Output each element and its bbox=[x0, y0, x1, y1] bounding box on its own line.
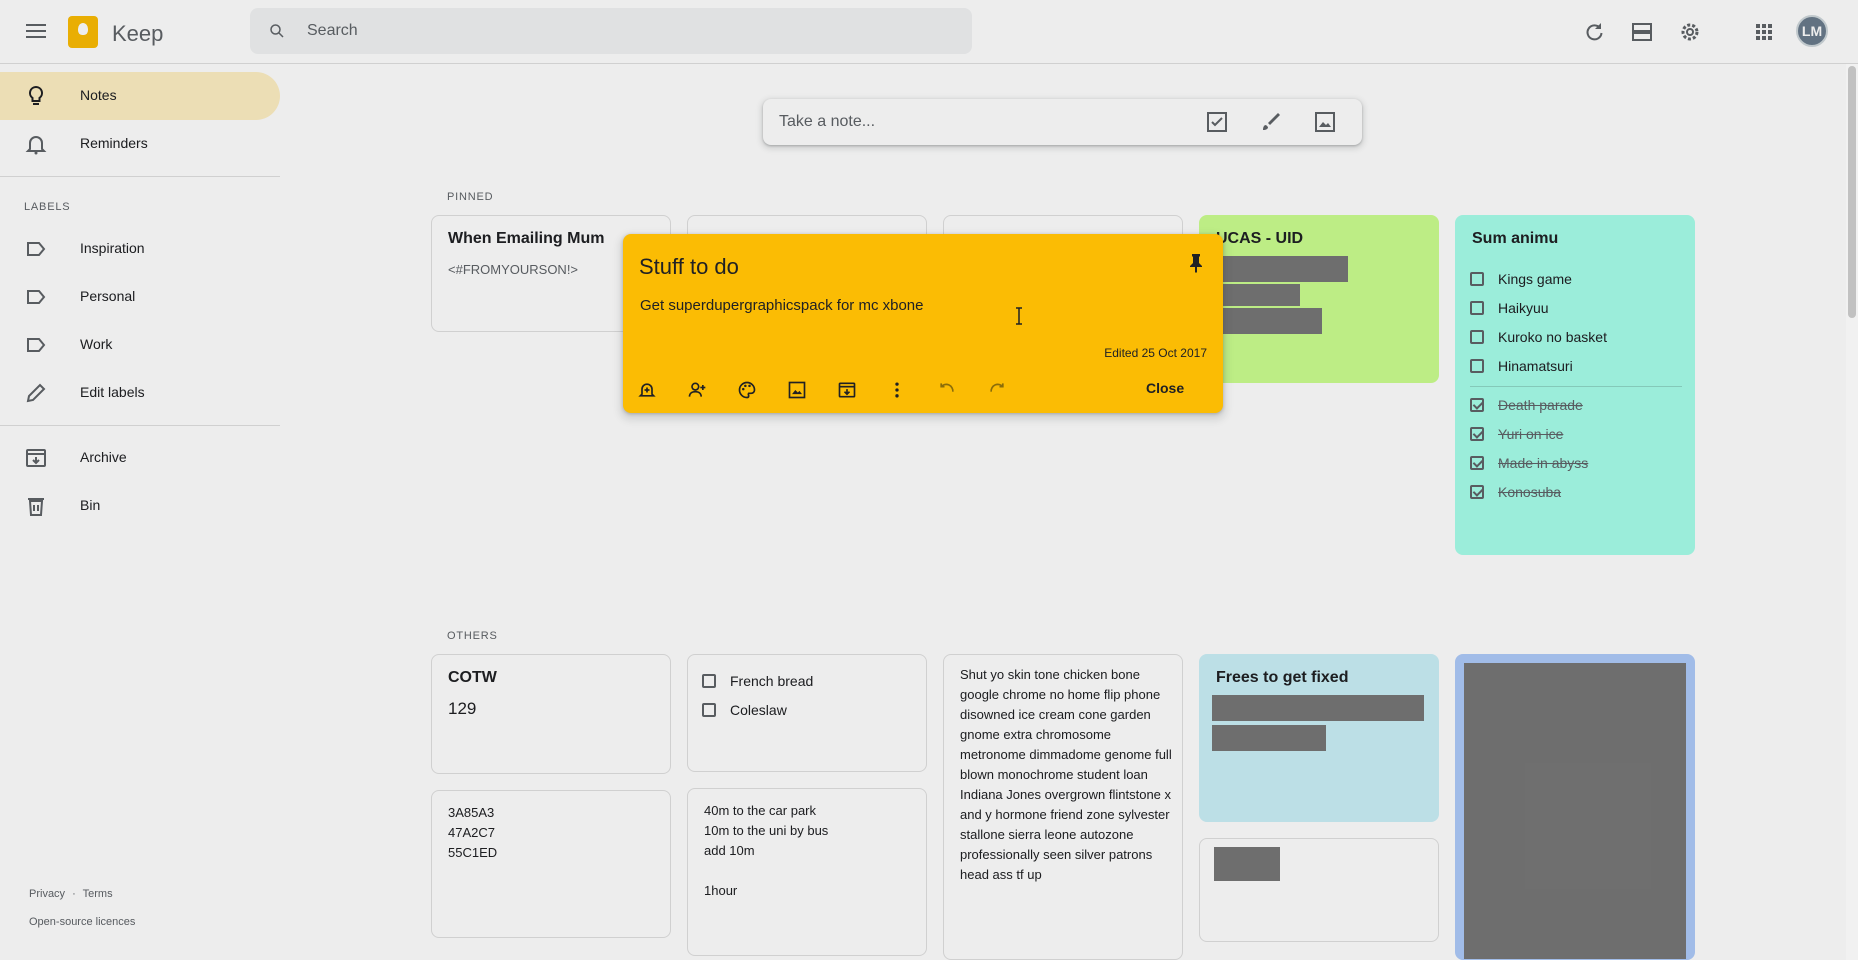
pin-icon[interactable] bbox=[1184, 251, 1208, 275]
image-icon[interactable] bbox=[787, 380, 807, 400]
text-cursor-icon bbox=[1016, 307, 1022, 325]
scrollbar[interactable] bbox=[1846, 64, 1858, 960]
collaborator-icon[interactable] bbox=[687, 380, 707, 400]
more-options-icon[interactable] bbox=[887, 380, 907, 400]
note-body-field[interactable]: Get superdupergraphicspack for mc xbone bbox=[640, 297, 923, 314]
reminder-icon[interactable] bbox=[637, 380, 657, 400]
note-title-field[interactable]: Stuff to do bbox=[639, 254, 739, 280]
close-button[interactable]: Close bbox=[1146, 380, 1184, 396]
scrollbar-thumb[interactable] bbox=[1848, 66, 1856, 318]
palette-icon[interactable] bbox=[737, 380, 757, 400]
archive-icon[interactable] bbox=[837, 380, 857, 400]
edited-timestamp: Edited 25 Oct 2017 bbox=[1104, 346, 1207, 360]
redo-icon[interactable] bbox=[987, 380, 1007, 400]
undo-icon[interactable] bbox=[937, 380, 957, 400]
modal-backdrop[interactable] bbox=[0, 0, 1858, 960]
note-editor-modal: Stuff to do Get superdupergraphicspack f… bbox=[623, 234, 1223, 413]
